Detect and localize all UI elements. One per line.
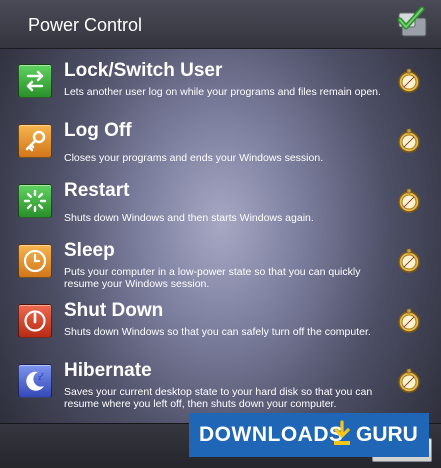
compass-settings-icon[interactable] (396, 188, 422, 214)
restart-icon (18, 184, 52, 218)
lock-switch-user-icon (18, 64, 52, 98)
checkmark-app-icon (397, 6, 427, 37)
option-description: Lets another user log on while your prog… (64, 86, 381, 98)
option-name: Shut Down (64, 300, 164, 321)
option-description: Shuts down Windows so that you can safel… (64, 326, 371, 338)
download-arrow-icon (334, 420, 350, 445)
option-shut-down[interactable]: Shut Down Shuts down Windows so that you… (18, 300, 438, 360)
title-bar: Power Control (0, 0, 441, 49)
shut-down-icon (18, 304, 52, 338)
power-control-window: Power Control Lock/Switch User Lets anot… (0, 0, 441, 468)
option-name: Restart (64, 180, 130, 201)
watermark-left-text: DOWNLOADS (199, 423, 344, 446)
option-name: Log Off (64, 120, 132, 141)
sleep-icon (18, 244, 52, 278)
window-title: Power Control (28, 15, 143, 35)
option-log-off[interactable]: Log Off Closes your programs and ends yo… (18, 120, 438, 180)
compass-settings-icon[interactable] (396, 248, 422, 274)
option-description: Saves your current desktop state to your… (64, 386, 373, 410)
option-name: Hibernate (64, 360, 152, 381)
svg-text:z: z (41, 372, 44, 378)
option-hibernate[interactable]: z z Hibernate Saves your current desktop… (18, 360, 438, 420)
option-sleep[interactable]: Sleep Puts your computer in a low-power … (18, 240, 438, 300)
hibernate-icon: z z (18, 364, 52, 398)
option-name: Lock/Switch User (64, 60, 223, 81)
log-off-key-icon (18, 124, 52, 158)
option-description: Closes your programs and ends your Windo… (64, 152, 324, 164)
option-description: Puts your computer in a low-power state … (64, 266, 361, 290)
option-name: Sleep (64, 240, 115, 261)
compass-settings-icon[interactable] (396, 68, 422, 94)
option-restart[interactable]: Restart Shuts down Windows and then star… (18, 180, 438, 240)
option-description: Shuts down Windows and then starts Windo… (64, 212, 314, 224)
compass-settings-icon[interactable] (396, 308, 422, 334)
compass-settings-icon[interactable] (396, 128, 422, 154)
watermark-banner: DOWNLOADS GURU (189, 413, 429, 457)
watermark-right-text: GURU (356, 423, 418, 446)
option-lock-switch-user[interactable]: Lock/Switch User Lets another user log o… (18, 60, 438, 120)
compass-settings-icon[interactable] (396, 368, 422, 394)
